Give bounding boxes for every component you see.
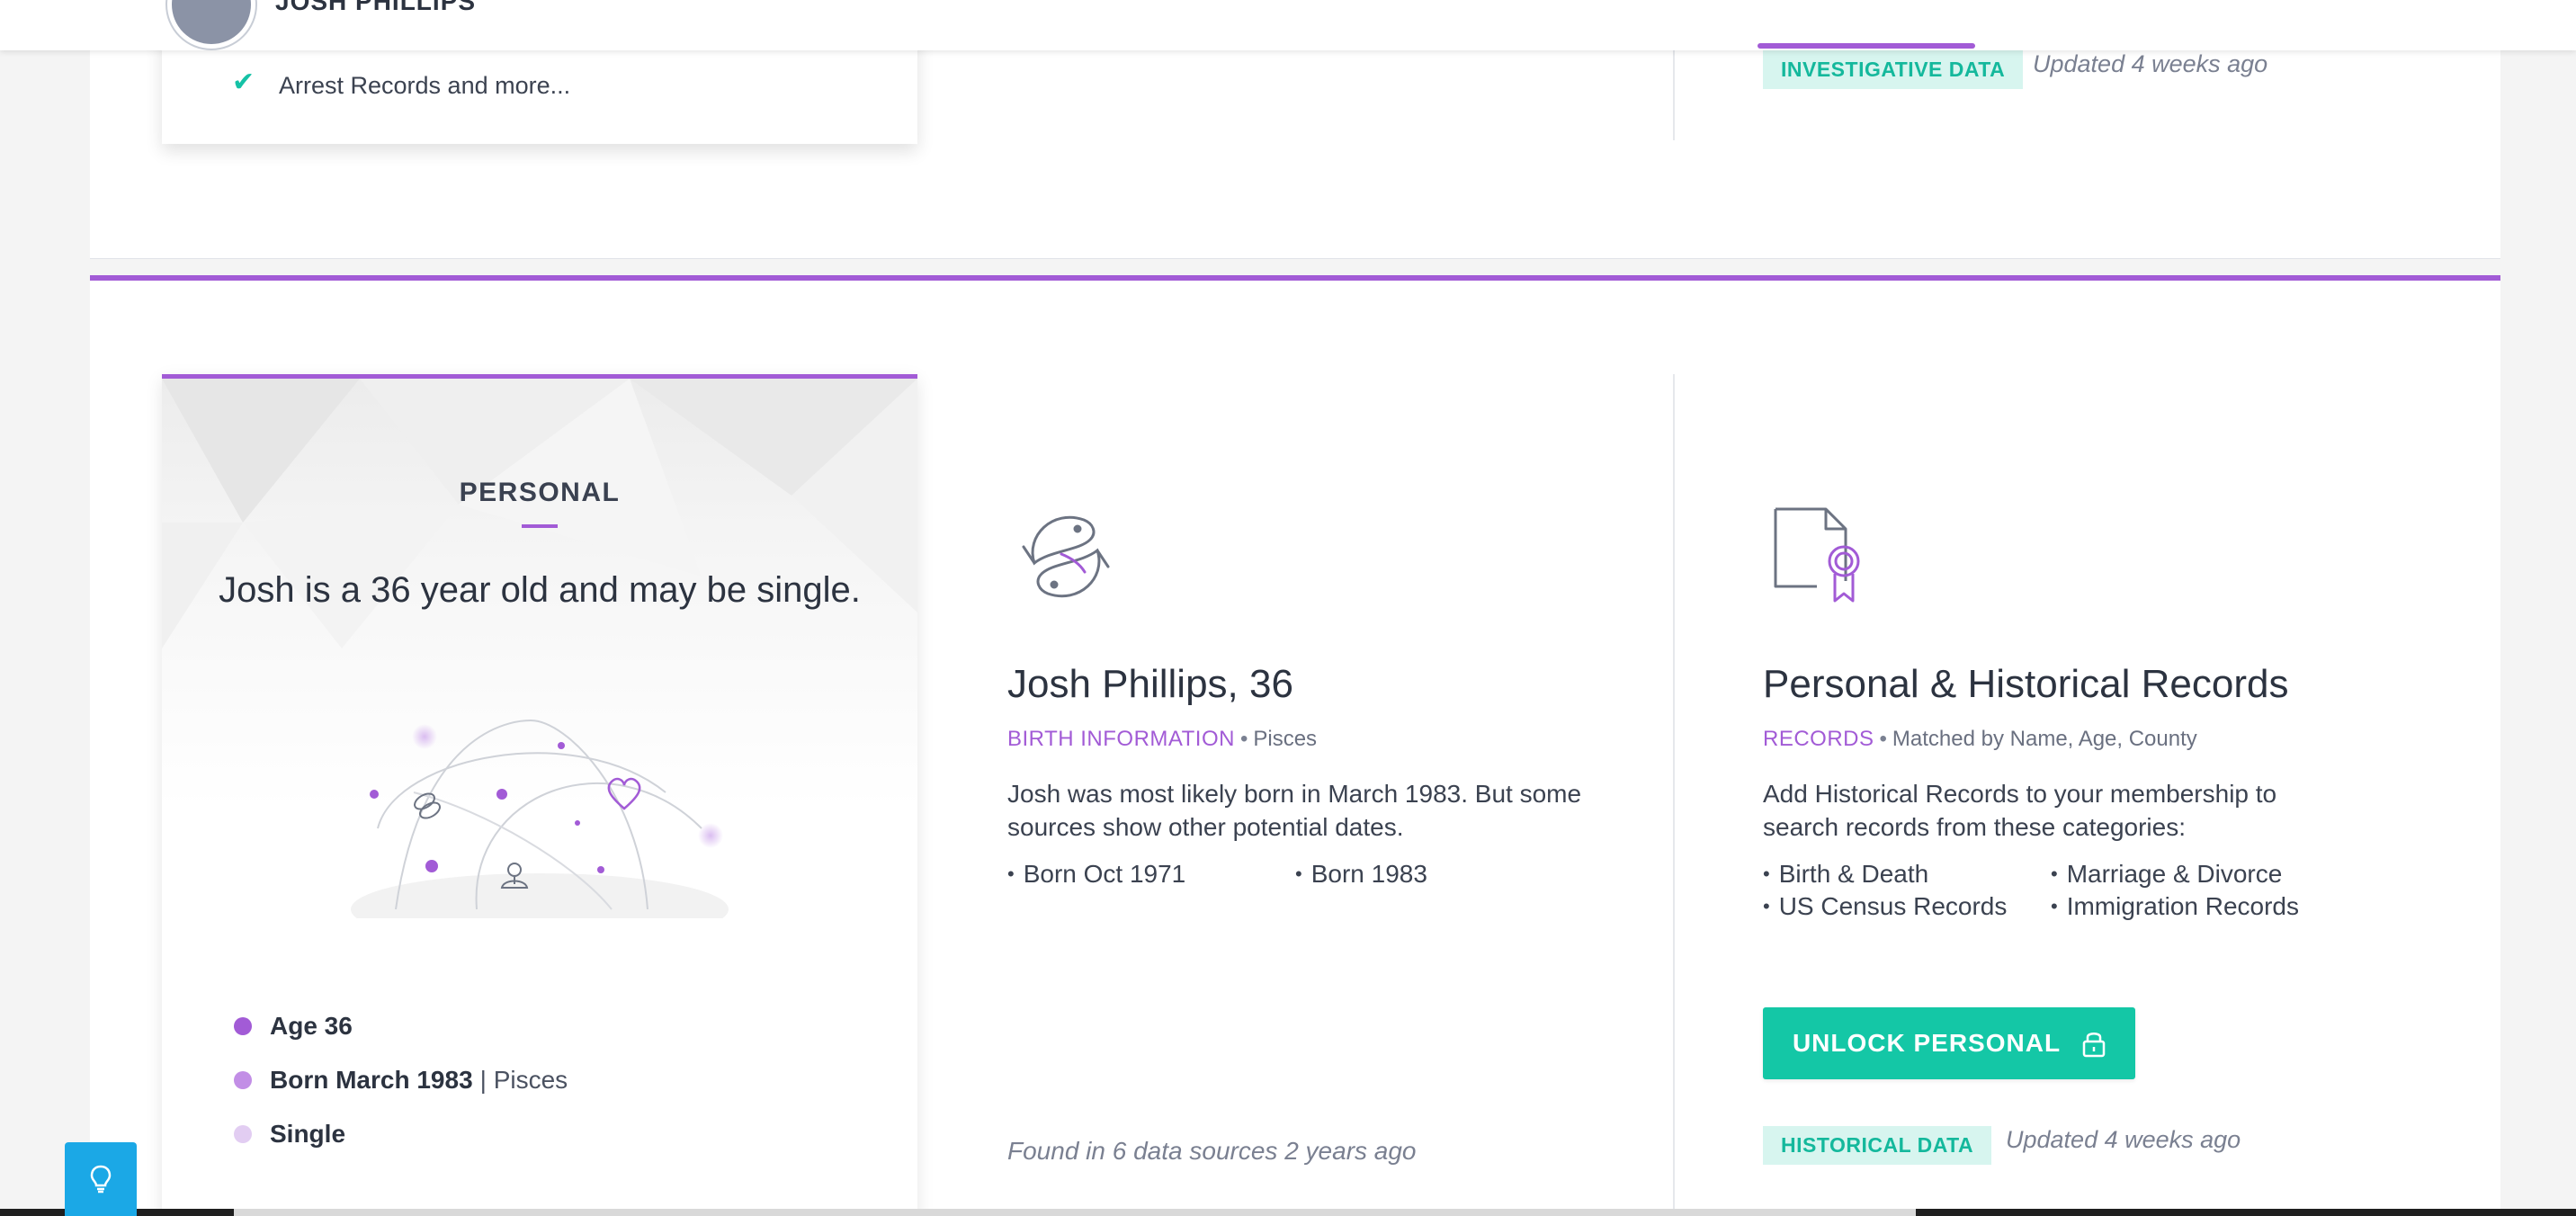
column-divider — [1673, 374, 1675, 1216]
records-detail: Matched by Name, Age, County — [1892, 727, 2197, 751]
label-underline — [522, 524, 558, 528]
bullet-dot-icon — [234, 1071, 252, 1089]
certificate-document-icon — [1774, 507, 1860, 603]
fact-relationship: Single — [234, 1107, 568, 1161]
meta-separator: • — [1879, 727, 1887, 751]
records-kind-label: RECORDS — [1763, 727, 1874, 751]
bullet-dot-icon — [234, 1017, 252, 1035]
record-category-item: US Census Records — [1763, 892, 2015, 921]
unlock-personal-button[interactable]: UNLOCK PERSONAL — [1763, 1007, 2135, 1079]
updated-timestamp: Updated 4 weeks ago — [2006, 1126, 2241, 1153]
bottom-status-bar — [0, 1209, 2576, 1216]
record-category-item: Birth & Death — [1763, 860, 2015, 889]
records-description: Add Historical Records to your membershi… — [1763, 780, 2277, 841]
birth-kind-label: BIRTH INFORMATION — [1007, 727, 1235, 751]
birth-description: Josh was most likely born in March 1983.… — [1007, 780, 1582, 841]
birth-dates-list: Born Oct 1971 Born 1983 — [1007, 860, 1547, 889]
birth-date-item: Born 1983 — [1295, 860, 1547, 889]
birth-detail: Pisces — [1253, 727, 1318, 751]
personal-summary-card: PERSONAL Josh is a 36 year old and may b… — [162, 374, 917, 1216]
birth-information-column: Josh Phillips, 36 BIRTH INFORMATION • Pisc… — [1007, 374, 1673, 1216]
fact-age: Age 36 — [234, 999, 568, 1053]
fact-zodiac: | Pisces — [479, 1066, 568, 1094]
historical-data-tag: HISTORICAL DATA — [1763, 1126, 1992, 1165]
fact-relationship-value: Single — [270, 1120, 346, 1148]
profile-avatar[interactable] — [167, 0, 255, 49]
lock-icon — [2082, 1033, 2106, 1058]
fact-birth-value: Born March 1983 — [270, 1066, 473, 1094]
personal-facts-list: Age 36 Born March 1983 | Pisces Single — [234, 999, 568, 1161]
records-title: Personal & Historical Records — [1763, 662, 2289, 706]
personal-orbit-illustration — [351, 719, 729, 918]
historical-records-column: Personal & Historical Records RECORDS • Ma… — [1763, 374, 2464, 1216]
check-item-label: Arrest Records and more... — [279, 72, 571, 99]
status-bar-inner — [234, 1209, 1916, 1216]
column-divider — [1673, 50, 1675, 140]
record-category-item: Marriage & Divorce — [2051, 860, 2339, 889]
investigative-data-tag: INVESTIGATIVE DATA — [1763, 50, 2024, 89]
record-category-item: Immigration Records — [2051, 892, 2339, 921]
fact-age-value: Age 36 — [270, 1012, 353, 1040]
help-tips-button[interactable] — [65, 1142, 137, 1216]
section-label: PERSONAL — [459, 478, 621, 507]
birth-meta: BIRTH INFORMATION • Pisces — [1007, 727, 1317, 752]
personal-headline: Josh is a 36 year old and may be single. — [219, 570, 861, 610]
pisces-zodiac-icon — [1022, 515, 1110, 598]
personal-report-section: PERSONAL Josh is a 36 year old and may b… — [90, 275, 2500, 1216]
data-sources-note: Found in 6 data sources 2 years ago — [1007, 1137, 1417, 1165]
active-tab-indicator — [1758, 43, 1975, 49]
checkmark-icon: ✔ — [232, 67, 255, 97]
birth-date-item: Born Oct 1971 — [1007, 860, 1259, 889]
fact-birth: Born March 1983 | Pisces — [234, 1053, 568, 1107]
unlock-button-label: UNLOCK PERSONAL — [1792, 1029, 2062, 1057]
meta-separator: • — [1239, 727, 1248, 751]
records-meta: RECORDS • Matched by Name, Age, County — [1763, 727, 2197, 752]
profile-name: JOSH PHILLIPS — [275, 0, 477, 15]
updated-timestamp: Updated 4 weeks ago — [2033, 50, 2268, 77]
birth-title: Josh Phillips, 36 — [1007, 662, 1293, 706]
lightbulb-icon — [90, 1165, 112, 1194]
sticky-header: JOSH PHILLIPS — [0, 0, 2576, 50]
bullet-dot-icon — [234, 1125, 252, 1143]
records-categories-list: Birth & Death Marriage & Divorce US Cens… — [1763, 860, 2339, 921]
pisces-mini-icon — [414, 792, 441, 819]
